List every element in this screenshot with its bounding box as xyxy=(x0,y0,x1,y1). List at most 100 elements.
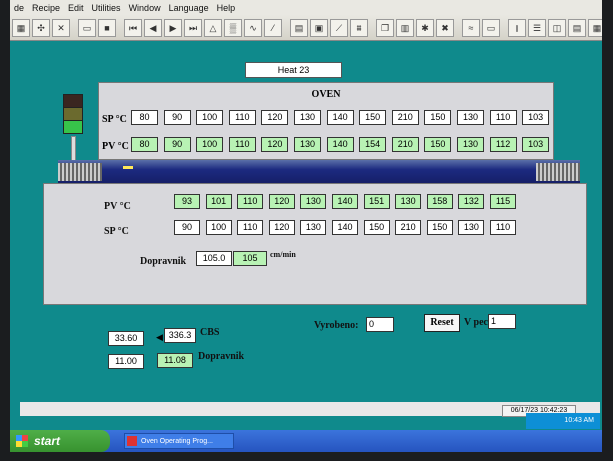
zone-sp-cell-1[interactable]: 90 xyxy=(174,220,200,235)
menu-bar: de Recipe Edit Utilities Window Language… xyxy=(10,0,602,15)
vyrobeno-label: Vyrobeno: xyxy=(314,320,359,331)
oven-pv-cell-10: 150 xyxy=(424,137,452,152)
wave-icon[interactable]: ≈ xyxy=(462,18,480,37)
table-icon[interactable]: ▤ xyxy=(290,18,308,37)
signal-icon[interactable]: ⩩ xyxy=(350,18,368,37)
first-icon[interactable]: ⏮ xyxy=(124,18,142,37)
zone-sp-cell-3[interactable]: 110 xyxy=(237,220,264,235)
monitor-icon[interactable]: ▭ xyxy=(482,18,500,37)
menu-item-recipe[interactable]: Recipe xyxy=(32,3,60,13)
dopravnik-speed-input[interactable]: 11.00 xyxy=(108,354,144,369)
oven-sp-cell-7[interactable]: 140 xyxy=(326,110,354,125)
print-icon[interactable]: ▥ xyxy=(396,18,414,37)
dopravnik-actual-value: 105 xyxy=(233,251,267,266)
cbs-setpoint-input[interactable]: 33.60 xyxy=(108,331,144,346)
oven-sp-cell-2[interactable]: 90 xyxy=(163,110,191,125)
zone-sp-cell-2[interactable]: 100 xyxy=(205,220,232,235)
oven-pv-cell-1: 80 xyxy=(131,137,158,152)
signal-light-green xyxy=(63,120,83,134)
cancel-icon[interactable]: ✖ xyxy=(436,18,454,37)
thermometer-icon[interactable]: ⫾ xyxy=(508,18,526,37)
signal-light-red xyxy=(63,94,83,108)
toolbar-separator xyxy=(370,20,374,36)
oven-sp-cell-1[interactable]: 80 xyxy=(131,110,158,125)
save-icon[interactable]: ■ xyxy=(98,18,116,37)
zone-sp-cell-7[interactable]: 150 xyxy=(363,220,390,235)
graph-icon[interactable]: ⟋ xyxy=(330,18,348,37)
next-icon[interactable]: ▶ xyxy=(164,18,182,37)
toolbar-separator xyxy=(502,20,506,36)
oven-sp-cell-12[interactable]: 110 xyxy=(489,110,517,125)
zone-pv-cell-11: 115 xyxy=(490,194,516,209)
reset-button[interactable]: Reset xyxy=(424,314,460,332)
dopravnik-setpoint-input[interactable]: 105.0 xyxy=(196,251,232,266)
oven-pv-cell-9: 210 xyxy=(391,137,419,152)
lock-icon[interactable]: ▣ xyxy=(310,18,328,37)
cbs-arrow-icon: ◀ xyxy=(156,332,163,342)
zone-pv-label: PV °C xyxy=(104,201,131,212)
pattern-icon[interactable]: ▒ xyxy=(224,18,242,37)
zone-sp-cell-9[interactable]: 150 xyxy=(426,220,453,235)
cbs-label: CBS xyxy=(200,327,220,338)
toolbar-separator xyxy=(72,20,76,36)
conveyor-roller-left xyxy=(58,163,102,181)
zone-sp-cell-6[interactable]: 140 xyxy=(332,220,358,235)
oven-sp-cell-11[interactable]: 130 xyxy=(457,110,484,125)
zone-pv-cell-8: 130 xyxy=(395,194,422,209)
panel-icon[interactable]: ▦ xyxy=(588,18,602,37)
menu-item-language[interactable]: Language xyxy=(169,3,209,13)
zone-sp-cell-4[interactable]: 120 xyxy=(268,220,295,235)
oven-pv-cell-12: 112 xyxy=(489,137,517,152)
copy-icon[interactable]: ❐ xyxy=(376,18,394,37)
zone-pv-cell-2: 101 xyxy=(205,194,232,209)
oven-sp-cell-13[interactable]: 103 xyxy=(522,110,550,125)
toolbar: ▦ ✣ ✕ ▭ ■ ⏮ ◀ ▶ ⏭ △ ▒ ∿ ⁄ ▤ ▣ ⟋ ⩩ ❐ ▥ ✱ … xyxy=(10,15,602,41)
oven-sp-cell-9[interactable]: 210 xyxy=(391,110,419,125)
oven-sp-cell-8[interactable]: 150 xyxy=(359,110,387,125)
zone-pv-cell-9: 158 xyxy=(426,194,453,209)
last-icon[interactable]: ⏭ xyxy=(184,18,202,37)
taskbar-item-oven-program[interactable]: Oven Operating Prog... xyxy=(124,433,234,449)
menu-item-window[interactable]: Window xyxy=(129,3,161,13)
open-folder-icon[interactable]: ▭ xyxy=(78,18,96,37)
oven-sp-cell-6[interactable]: 130 xyxy=(294,110,321,125)
oven-pv-cell-7: 140 xyxy=(326,137,354,152)
zone-pv-cell-3: 110 xyxy=(237,194,264,209)
menu-item-de[interactable]: de xyxy=(14,3,24,13)
dopravnik-speed-actual: 11.08 xyxy=(157,353,193,368)
recipe-icon[interactable]: ▦ xyxy=(12,18,30,37)
oven-pv-cell-3: 100 xyxy=(196,137,224,152)
chart-icon[interactable]: ∿ xyxy=(244,18,262,37)
menu-item-help[interactable]: Help xyxy=(217,3,236,13)
settings-icon[interactable]: ✱ xyxy=(416,18,434,37)
dopravnik-label: Dopravnik xyxy=(140,256,187,267)
oven-pv-cell-4: 110 xyxy=(228,137,256,152)
tools-icon[interactable]: ✕ xyxy=(52,18,70,37)
zone-sp-cell-10[interactable]: 130 xyxy=(458,220,485,235)
grid-icon[interactable]: ✣ xyxy=(32,18,50,37)
oven-zone-panel: PV °C SP °C 93 101 110 120 130 140 151 130 158 13… xyxy=(43,183,587,305)
oven-sp-cell-3[interactable]: 100 xyxy=(196,110,224,125)
oven-sp-cell-5[interactable]: 120 xyxy=(261,110,289,125)
pen-icon[interactable]: ⁄ xyxy=(264,18,282,37)
dopravnik-unit: cm/min xyxy=(270,250,296,259)
zone-sp-cell-5[interactable]: 130 xyxy=(300,220,327,235)
menu-item-utilities[interactable]: Utilities xyxy=(92,3,121,13)
tray-clock[interactable]: 10:43 AM xyxy=(564,417,594,424)
zone-sp-cell-8[interactable]: 210 xyxy=(395,220,422,235)
oven-sp-cell-4[interactable]: 110 xyxy=(228,110,256,125)
document-icon[interactable]: ▤ xyxy=(568,18,586,37)
oven-pv-cell-11: 130 xyxy=(457,137,484,152)
vyrobeno-value: 0 xyxy=(366,317,394,332)
vpeci-value: 1 xyxy=(488,314,516,329)
triangle-icon[interactable]: △ xyxy=(204,18,222,37)
list-icon[interactable]: ☰ xyxy=(528,18,546,37)
oven-pv-cell-8: 154 xyxy=(359,137,387,152)
previous-icon[interactable]: ◀ xyxy=(144,18,162,37)
menu-item-edit[interactable]: Edit xyxy=(68,3,84,13)
window-icon[interactable]: ◫ xyxy=(548,18,566,37)
conveyor-belt xyxy=(58,160,580,184)
conveyor-roller-right xyxy=(536,163,580,181)
oven-sp-cell-10[interactable]: 150 xyxy=(424,110,452,125)
zone-sp-cell-11[interactable]: 110 xyxy=(490,220,516,235)
